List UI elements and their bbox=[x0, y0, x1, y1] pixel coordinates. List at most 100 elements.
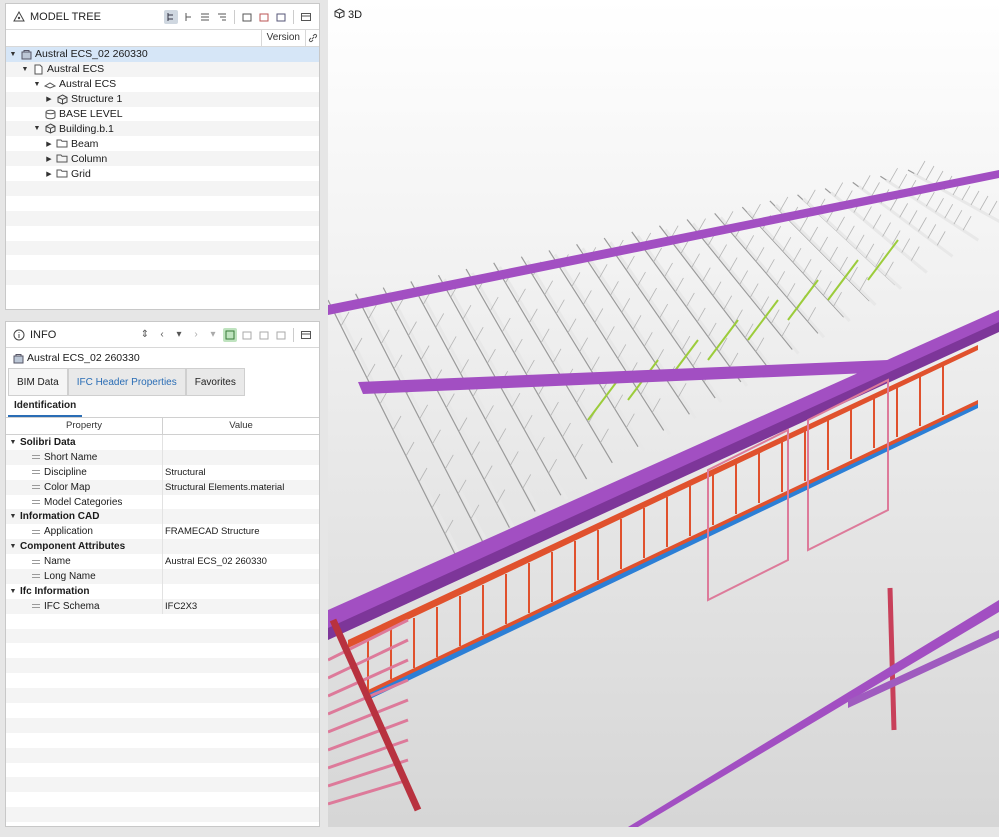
info-header: INFO ⇕ ‹ ▾ › ▾ bbox=[6, 322, 319, 348]
tree-item-label: Structure 1 bbox=[71, 93, 123, 106]
expanded-arrow-icon[interactable]: ▼ bbox=[8, 588, 18, 595]
property-row[interactable]: IFC Schema IFC2X3 bbox=[6, 598, 319, 614]
tab-ifc-header-properties[interactable]: IFC Header Properties bbox=[67, 368, 186, 396]
tree-item[interactable]: ▼ Austral ECS bbox=[6, 77, 319, 92]
property-row[interactable]: Model Categories bbox=[6, 494, 319, 510]
property-name: Color Map bbox=[44, 481, 91, 493]
property-group-row[interactable]: ▼ Ifc Information bbox=[6, 583, 319, 599]
expanded-arrow-icon[interactable]: ▼ bbox=[8, 51, 18, 58]
sort-icon[interactable]: ⇕ bbox=[138, 328, 152, 342]
property-leaf-icon bbox=[32, 500, 40, 504]
add-model-icon[interactable] bbox=[240, 10, 254, 24]
property-name: Short Name bbox=[44, 451, 98, 463]
empty-row bbox=[6, 763, 319, 778]
empty-row bbox=[6, 270, 319, 286]
model-tree-list: ▼ Austral ECS_02 260330 ▼ Austral ECS ▼ Austr… bbox=[6, 47, 319, 300]
minimize-panel-icon[interactable] bbox=[299, 328, 313, 342]
empty-row bbox=[6, 822, 319, 837]
tree-item[interactable]: ▶ Beam bbox=[6, 136, 319, 151]
folder-icon bbox=[56, 168, 68, 180]
tree-item[interactable]: ▼ Austral ECS bbox=[6, 61, 319, 77]
version-column-header[interactable]: Version bbox=[260, 30, 305, 46]
tree-item[interactable]: ▼ Building.b.1 bbox=[6, 121, 319, 137]
history-dropdown-icon[interactable]: ▾ bbox=[172, 328, 186, 342]
tree-item[interactable]: ▶ Column bbox=[6, 151, 319, 167]
info-icon bbox=[12, 328, 26, 342]
cube-icon bbox=[44, 123, 56, 135]
empty-row bbox=[6, 240, 319, 256]
property-row[interactable]: Application FRAMECAD Structure bbox=[6, 524, 319, 540]
toolbar-separator bbox=[293, 9, 294, 24]
property-group-row[interactable]: ▼ Information CAD bbox=[6, 509, 319, 525]
collapsed-arrow-icon[interactable]: ▶ bbox=[44, 155, 54, 163]
property-group-row[interactable]: ▼ Component Attributes bbox=[6, 539, 319, 555]
folder-icon bbox=[56, 138, 68, 150]
property-value: IFC2X3 bbox=[165, 600, 198, 612]
selected-object-name: Austral ECS_02 260330 bbox=[27, 352, 140, 364]
cube-icon bbox=[56, 93, 68, 105]
expanded-arrow-icon[interactable]: ▼ bbox=[20, 66, 30, 73]
empty-row bbox=[6, 643, 319, 658]
property-leaf-icon bbox=[32, 604, 40, 609]
tree-item-label: Austral ECS bbox=[47, 63, 105, 76]
tree-item[interactable]: ▶ Grid bbox=[6, 166, 319, 181]
tree-view-icon[interactable] bbox=[181, 10, 195, 24]
property-row[interactable]: Short Name bbox=[6, 449, 319, 465]
collapsed-arrow-icon[interactable]: ▶ bbox=[44, 95, 54, 103]
tab-identification[interactable]: Identification bbox=[8, 397, 83, 417]
tree-item[interactable]: ▼ Austral ECS_02 260330 bbox=[6, 47, 319, 62]
property-row[interactable]: Long Name bbox=[6, 569, 319, 584]
link-icon[interactable] bbox=[305, 30, 319, 46]
forward-dropdown-icon[interactable]: ▾ bbox=[206, 328, 220, 342]
tree-item-label: Beam bbox=[71, 137, 99, 150]
empty-row bbox=[6, 688, 319, 704]
copy-icon[interactable] bbox=[240, 328, 254, 342]
property-value: Structural Elements.material bbox=[165, 481, 285, 493]
document-icon bbox=[32, 63, 44, 75]
model-tree-icon bbox=[12, 10, 26, 24]
value-column-header[interactable]: Value bbox=[163, 418, 319, 434]
forward-icon[interactable]: › bbox=[189, 328, 203, 342]
property-column-header[interactable]: Property bbox=[6, 418, 163, 434]
3d-viewport[interactable] bbox=[328, 0, 999, 827]
remove-model-icon[interactable] bbox=[274, 10, 288, 24]
property-name: Name bbox=[44, 556, 71, 568]
layers-view-icon[interactable] bbox=[198, 10, 212, 24]
toolbar-separator bbox=[293, 327, 294, 342]
expanded-arrow-icon[interactable]: ▼ bbox=[32, 125, 42, 132]
hierarchy-view-icon[interactable] bbox=[164, 9, 178, 24]
tree-item[interactable]: BASE LEVEL bbox=[6, 107, 319, 122]
collapsed-arrow-icon[interactable]: ▶ bbox=[44, 140, 54, 148]
empty-row bbox=[6, 658, 319, 674]
property-name: Component Attributes bbox=[20, 541, 126, 553]
link-selection-icon[interactable] bbox=[223, 327, 237, 342]
property-table: ▼ Solibri Data Short Name Discipline Structu… bbox=[6, 435, 319, 837]
collapsed-arrow-icon[interactable]: ▶ bbox=[44, 170, 54, 178]
minimize-panel-icon[interactable] bbox=[299, 10, 313, 24]
tab-favorites[interactable]: Favorites bbox=[185, 368, 245, 396]
property-name: Solibri Data bbox=[20, 436, 76, 448]
tree-item[interactable]: ▶ Structure 1 bbox=[6, 91, 319, 107]
back-icon[interactable]: ‹ bbox=[155, 328, 169, 342]
empty-row bbox=[6, 733, 319, 748]
expanded-arrow-icon[interactable]: ▼ bbox=[8, 513, 18, 520]
property-row[interactable]: Name Austral ECS_02 260330 bbox=[6, 554, 319, 570]
property-row[interactable]: Color Map Structural Elements.material bbox=[6, 479, 319, 495]
property-row[interactable]: Discipline Structural bbox=[6, 464, 319, 480]
property-leaf-icon bbox=[32, 574, 40, 579]
empty-row bbox=[6, 285, 319, 300]
classification-view-icon[interactable] bbox=[215, 10, 229, 24]
tree-column-header: Version bbox=[6, 30, 319, 47]
tab-bim-data[interactable]: BIM Data bbox=[8, 368, 68, 396]
expanded-arrow-icon[interactable]: ▼ bbox=[8, 439, 18, 446]
property-name: Model Categories bbox=[44, 496, 123, 508]
3d-cube-icon bbox=[334, 8, 345, 22]
expanded-arrow-icon[interactable]: ▼ bbox=[8, 543, 18, 550]
property-group-row[interactable]: ▼ Solibri Data bbox=[6, 435, 319, 450]
update-model-icon[interactable] bbox=[257, 10, 271, 24]
export-icon[interactable] bbox=[257, 328, 271, 342]
expanded-arrow-icon[interactable]: ▼ bbox=[32, 81, 42, 88]
settings-icon[interactable] bbox=[274, 328, 288, 342]
viewport-tab[interactable]: 3D bbox=[334, 8, 362, 22]
empty-row bbox=[6, 196, 319, 211]
